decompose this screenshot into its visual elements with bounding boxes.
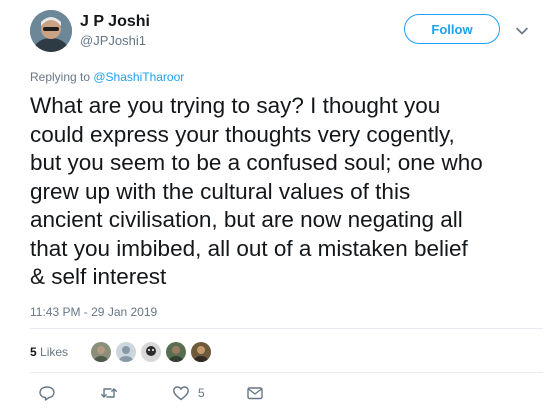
user-handle[interactable]: @JPJoshi1	[80, 32, 150, 50]
avatar[interactable]	[30, 10, 72, 52]
chevron-down-icon[interactable]	[515, 24, 529, 38]
tweet-text: What are you trying to say? I thought yo…	[30, 93, 483, 289]
like-count: 5	[198, 386, 205, 400]
reply-button[interactable]	[38, 380, 56, 406]
liker-avatars	[90, 341, 215, 363]
likes-count-label: Likes	[40, 345, 69, 359]
display-name[interactable]: J P Joshi	[80, 12, 150, 32]
liker-avatar[interactable]	[90, 341, 113, 363]
likes-count[interactable]: 5 Likes	[30, 345, 68, 359]
liker-avatar[interactable]	[190, 341, 213, 363]
reply-context-prefix: Replying to	[30, 70, 94, 84]
retweet-button[interactable]	[100, 380, 118, 406]
name-block: J P Joshi @JPJoshi1	[80, 12, 150, 50]
envelope-icon	[247, 387, 263, 400]
like-button[interactable]: 5	[172, 380, 205, 406]
direct-message-button[interactable]	[246, 380, 264, 406]
divider	[30, 372, 543, 373]
retweet-icon	[101, 388, 117, 398]
tweet-header: J P Joshi @JPJoshi1 Follow	[30, 10, 543, 60]
likes-row: 5 Likes	[30, 338, 215, 366]
liker-avatar[interactable]	[165, 341, 188, 363]
heart-icon	[173, 386, 189, 401]
divider	[30, 328, 543, 329]
avatar-image	[30, 10, 72, 52]
reply-icon	[39, 386, 55, 401]
follow-button[interactable]: Follow	[404, 14, 500, 44]
liker-avatar[interactable]	[140, 341, 163, 363]
mention-link[interactable]: @ShashiTharoor	[93, 70, 184, 84]
liker-avatar[interactable]	[115, 341, 138, 363]
likes-count-number: 5	[30, 345, 37, 359]
reply-context: Replying to @ShashiTharoor	[30, 70, 184, 84]
tweet-timestamp[interactable]: 11:43 PM - 29 Jan 2019	[30, 305, 157, 319]
